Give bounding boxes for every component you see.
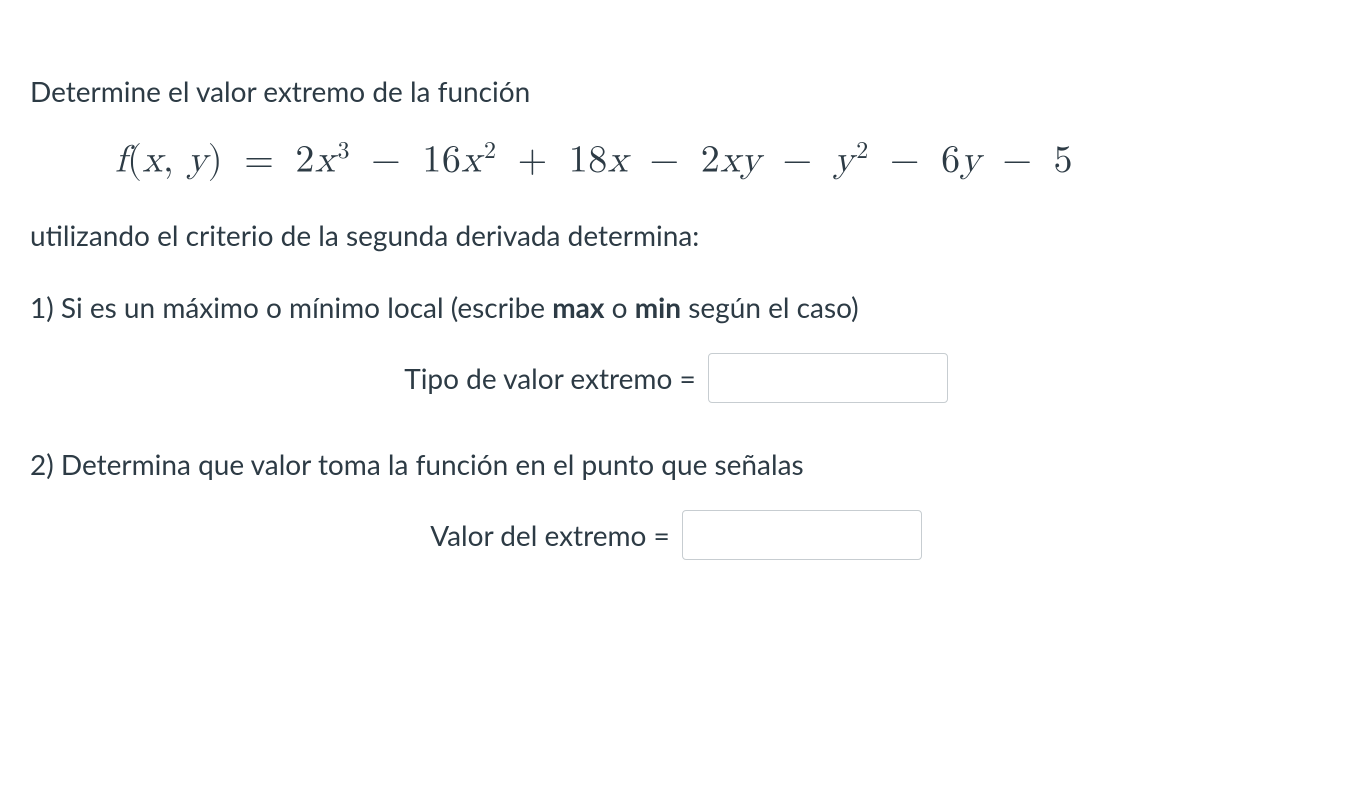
input-row-2: Valor del extremo =: [30, 510, 1322, 560]
extreme-type-input[interactable]: [708, 353, 948, 403]
criteria-text: utilizando el criterio de la segunda der…: [30, 214, 1322, 256]
input-1-label: Tipo de valor extremo =: [404, 361, 695, 395]
input-2-label: Valor del extremo =: [430, 518, 670, 552]
question-2: 2) Determina que valor toma la función e…: [30, 443, 1322, 485]
question-1: 1) Si es un máximo o mínimo local (escri…: [30, 286, 1322, 328]
function-equation: f(x, y) = 2x3 − 16x2 + 18x − 2xy − y2 − …: [115, 137, 1322, 184]
input-row-1: Tipo de valor extremo =: [30, 353, 1322, 403]
extreme-value-input[interactable]: [682, 510, 922, 560]
intro-text: Determine el valor extremo de la función: [30, 70, 1322, 112]
